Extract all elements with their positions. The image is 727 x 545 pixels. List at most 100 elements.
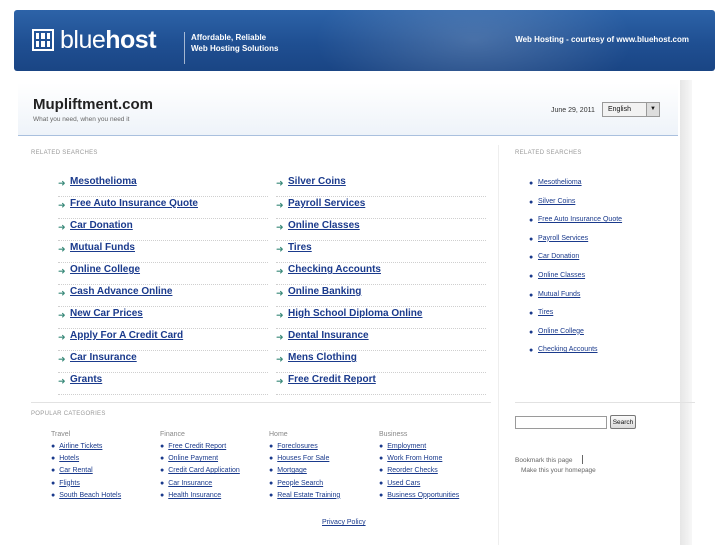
category-link[interactable]: Credit Card Application [168,467,240,474]
related-search-item[interactable]: ➜ Silver Coins [276,175,486,197]
related-search-item[interactable]: ➜ Mesothelioma [58,175,268,197]
category-item[interactable]: ● Real Estate Training [269,492,340,499]
related-search-item[interactable]: ➜ Apply For A Credit Card [58,329,268,351]
related-search-link[interactable]: Silver Coins [288,176,346,187]
chevron-down-icon[interactable]: ▼ [646,103,659,116]
related-search-item[interactable]: ➜ Car Insurance [58,351,268,373]
category-item[interactable]: ● Houses For Sale [269,455,329,462]
related-search-item[interactable]: ➜ Online Banking [276,285,486,307]
category-item[interactable]: ● Foreclosures [269,443,318,450]
related-search-item[interactable]: ➜ Grants [58,373,268,395]
related-search-link[interactable]: Mutual Funds [70,242,135,253]
related-search-link[interactable]: Checking Accounts [288,264,381,275]
sidebar-search-link[interactable]: Online College [538,328,584,335]
category-link[interactable]: Houses For Sale [277,455,329,462]
category-item[interactable]: ● Used Cars [379,480,420,487]
category-item[interactable]: ● Car Insurance [160,480,212,487]
category-item[interactable]: ● Mortgage [269,467,307,474]
related-search-link[interactable]: Free Credit Report [288,374,376,385]
category-item[interactable]: ● Free Credit Report [160,443,226,450]
related-search-link[interactable]: Apply For A Credit Card [70,330,183,341]
related-search-link[interactable]: Online Classes [288,220,360,231]
category-link[interactable]: People Search [277,480,323,487]
category-link[interactable]: Car Insurance [168,480,212,487]
related-search-item[interactable]: ➜ Payroll Services [276,197,486,219]
category-link[interactable]: Hotels [59,455,79,462]
sidebar-search-link[interactable]: Mutual Funds [538,291,580,298]
category-link[interactable]: Car Rental [59,467,92,474]
bluehost-logo[interactable]: bluehost [32,26,157,54]
category-link[interactable]: Flights [59,480,80,487]
related-search-item[interactable]: ➜ Dental Insurance [276,329,486,351]
category-item[interactable]: ● Employment [379,443,426,450]
category-item[interactable]: ● Work From Home [379,455,442,462]
category-link[interactable]: Airline Tickets [59,443,102,450]
homepage-link[interactable]: Make this your homepage [521,467,596,474]
category-item[interactable]: ● Health Insurance [160,492,221,499]
related-search-item[interactable]: ➜ Tires [276,241,486,263]
related-search-item[interactable]: ➜ New Car Prices [58,307,268,329]
related-search-link[interactable]: Tires [288,242,312,253]
related-search-link[interactable]: Online Banking [288,286,361,297]
category-item[interactable]: ● Credit Card Application [160,467,240,474]
language-select[interactable]: English ▼ [602,102,660,117]
related-search-item[interactable]: ➜ High School Diploma Online [276,307,486,329]
category-item[interactable]: ● People Search [269,480,323,487]
category-item[interactable]: ● Airline Tickets [51,443,102,450]
related-search-link[interactable]: Cash Advance Online [70,286,172,297]
related-search-item[interactable]: ➜ Mutual Funds [58,241,268,263]
search-input[interactable] [515,416,607,429]
sidebar-search-link[interactable]: Free Auto Insurance Quote [538,216,622,223]
category-item[interactable]: ● Hotels [51,455,79,462]
related-search-link[interactable]: Online College [70,264,140,275]
sidebar-search-link[interactable]: Payroll Services [538,235,588,242]
sidebar-search-link[interactable]: Mesothelioma [538,179,582,186]
sidebar-search-link[interactable]: Silver Coins [538,198,575,205]
category-link[interactable]: Reorder Checks [387,467,438,474]
related-search-link[interactable]: Free Auto Insurance Quote [70,198,198,209]
related-search-link[interactable]: Car Insurance [70,352,137,363]
category-item[interactable]: ● Business Opportunities [379,492,459,499]
bluehost-banner[interactable]: bluehost Affordable, Reliable Web Hostin… [14,10,715,71]
category-item[interactable]: ● Flights [51,480,80,487]
sidebar-search-link[interactable]: Checking Accounts [538,346,598,353]
category-link[interactable]: Foreclosures [277,443,317,450]
related-search-item[interactable]: ➜ Mens Clothing [276,351,486,373]
related-search-item[interactable]: ➜ Free Credit Report [276,373,486,395]
bookmark-link[interactable]: Bookmark this page [515,457,572,464]
related-search-item[interactable]: ➜ Cash Advance Online [58,285,268,307]
category-link[interactable]: Mortgage [277,467,307,474]
related-search-link[interactable]: Payroll Services [288,198,365,209]
related-search-link[interactable]: Dental Insurance [288,330,369,341]
category-link[interactable]: Real Estate Training [277,492,340,499]
related-search-item[interactable]: ➜ Online Classes [276,219,486,241]
category-link[interactable]: Used Cars [387,480,420,487]
sidebar-search-link[interactable]: Tires [538,309,553,316]
privacy-policy-link[interactable]: Privacy Policy [322,519,366,526]
related-search-item[interactable]: ➜ Car Donation [58,219,268,241]
category-link[interactable]: Work From Home [387,455,442,462]
related-search-item[interactable]: ➜ Online College [58,263,268,285]
related-search-link[interactable]: New Car Prices [70,308,143,319]
sidebar-search-link[interactable]: Car Donation [538,253,579,260]
category-item[interactable]: ● Reorder Checks [379,467,438,474]
search-button[interactable]: Search [610,415,636,429]
category-link[interactable]: Health Insurance [168,492,221,499]
right-arrow-icon: ➜ [58,354,66,364]
category-item[interactable]: ● Car Rental [51,467,93,474]
category-link[interactable]: Employment [387,443,426,450]
related-search-link[interactable]: Grants [70,374,102,385]
related-search-item[interactable]: ➜ Free Auto Insurance Quote [58,197,268,219]
related-search-link[interactable]: High School Diploma Online [288,308,422,319]
related-search-item[interactable]: ➜ Checking Accounts [276,263,486,285]
related-search-link[interactable]: Mesothelioma [70,176,137,187]
related-search-link[interactable]: Mens Clothing [288,352,357,363]
related-search-link[interactable]: Car Donation [70,220,133,231]
category-item[interactable]: ● South Beach Hotels [51,492,121,499]
category-item[interactable]: ● Online Payment [160,455,218,462]
sidebar-search-link[interactable]: Online Classes [538,272,585,279]
category-link[interactable]: Business Opportunities [387,492,459,499]
category-link[interactable]: South Beach Hotels [59,492,121,499]
category-link[interactable]: Free Credit Report [168,443,226,450]
category-link[interactable]: Online Payment [168,455,218,462]
